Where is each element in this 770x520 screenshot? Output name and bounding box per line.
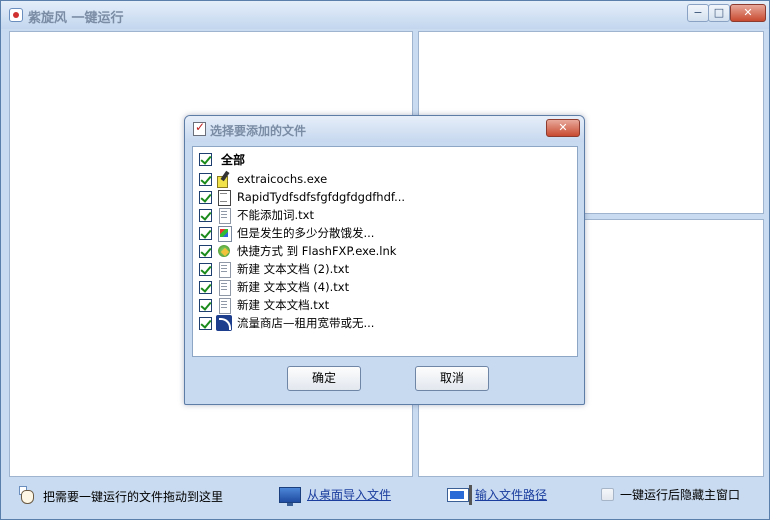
file-name: 新建 文本文档 (4).txt: [237, 280, 350, 294]
bottom-bar: 把需要一键运行的文件拖动到这里 从桌面导入文件 输入文件路径 一键运行后隐藏主窗…: [9, 481, 764, 511]
drag-hand-icon: [19, 486, 37, 506]
image-file-icon: [216, 225, 232, 242]
exe-file-icon: [216, 171, 232, 188]
file-checkbox[interactable]: [199, 172, 212, 186]
list-item[interactable]: 快捷方式 到 FlashFXP.exe.lnk: [199, 242, 396, 260]
select-all-checkbox[interactable]: [199, 152, 212, 166]
file-name: 新建 文本文档 (2).txt: [237, 262, 350, 276]
dialog-title-bar[interactable]: 选择要添加的文件 ✕: [185, 116, 584, 142]
file-checkbox[interactable]: [199, 280, 212, 294]
drag-hint: 把需要一键运行的文件拖动到这里: [19, 486, 223, 506]
hide-main-window-label: 一键运行后隐藏主窗口: [620, 488, 741, 502]
maximize-button[interactable]: □: [708, 4, 730, 22]
file-checkbox[interactable]: [199, 208, 212, 222]
hide-main-window-option[interactable]: 一键运行后隐藏主窗口: [601, 486, 740, 503]
file-name: extraicochs.exe: [237, 172, 328, 186]
title-bar[interactable]: 紫旋风 一键运行 − □ ✕: [1, 1, 769, 29]
document-file-icon: [216, 189, 232, 206]
file-checkbox[interactable]: [199, 298, 212, 312]
list-item[interactable]: 不能添加词.txt: [199, 206, 314, 224]
ok-button[interactable]: 确定: [287, 366, 361, 391]
select-files-dialog: 选择要添加的文件 ✕ 全部 extraicochs.exe RapidTydfs…: [184, 115, 585, 405]
rss-feed-icon: [216, 315, 232, 331]
select-all-label: 全部: [221, 152, 246, 167]
app-logo-icon: [9, 8, 23, 22]
input-path-label[interactable]: 输入文件路径: [475, 486, 547, 503]
checklist-icon: [193, 120, 206, 136]
text-file-icon: [216, 279, 232, 296]
import-desktop-link[interactable]: 从桌面导入文件: [279, 486, 391, 506]
select-all-row[interactable]: 全部: [199, 150, 245, 168]
text-file-icon: [216, 207, 232, 224]
list-item[interactable]: 新建 文本文档.txt: [199, 296, 329, 314]
drag-hint-text: 把需要一键运行的文件拖动到这里: [43, 489, 224, 504]
file-name: 流量商店—租用宽带或无...: [237, 316, 375, 330]
import-desktop-label[interactable]: 从桌面导入文件: [307, 486, 391, 503]
cancel-button[interactable]: 取消: [415, 366, 489, 391]
window-title: 紫旋风 一键运行: [28, 11, 124, 26]
desktop-monitor-icon: [279, 486, 301, 506]
list-item[interactable]: 新建 文本文档 (2).txt: [199, 260, 349, 278]
close-button[interactable]: ✕: [730, 4, 766, 22]
file-name: 不能添加词.txt: [237, 208, 314, 222]
file-checkbox[interactable]: [199, 316, 212, 330]
file-name: 快捷方式 到 FlashFXP.exe.lnk: [237, 244, 397, 258]
text-input-icon: [447, 484, 472, 505]
list-item[interactable]: 新建 文本文档 (4).txt: [199, 278, 349, 296]
file-checkbox[interactable]: [199, 262, 212, 276]
list-item[interactable]: RapidTydfsdfsfgfdgfdgdfhdf...: [199, 188, 405, 206]
dialog-title: 选择要添加的文件: [210, 124, 307, 138]
list-item[interactable]: extraicochs.exe: [199, 170, 327, 188]
text-file-icon: [216, 297, 232, 314]
file-list: 全部 extraicochs.exe RapidTydfsdfsfgfdgfdg…: [192, 146, 578, 357]
minimize-button[interactable]: −: [687, 4, 709, 22]
dialog-close-button[interactable]: ✕: [546, 119, 580, 137]
input-path-link[interactable]: 输入文件路径: [447, 484, 547, 505]
file-name: RapidTydfsdfsfgfdgfdgdfhdf...: [237, 190, 406, 204]
shortcut-icon: [216, 243, 232, 259]
text-file-icon: [216, 261, 232, 278]
file-name: 新建 文本文档.txt: [237, 298, 330, 312]
hide-main-window-checkbox[interactable]: [601, 488, 614, 501]
file-checkbox[interactable]: [199, 226, 212, 240]
file-checkbox[interactable]: [199, 190, 212, 204]
list-item[interactable]: 但是发生的多少分散饿发...: [199, 224, 374, 242]
file-checkbox[interactable]: [199, 244, 212, 258]
list-item[interactable]: 流量商店—租用宽带或无...: [199, 314, 374, 332]
file-name: 但是发生的多少分散饿发...: [237, 226, 375, 240]
